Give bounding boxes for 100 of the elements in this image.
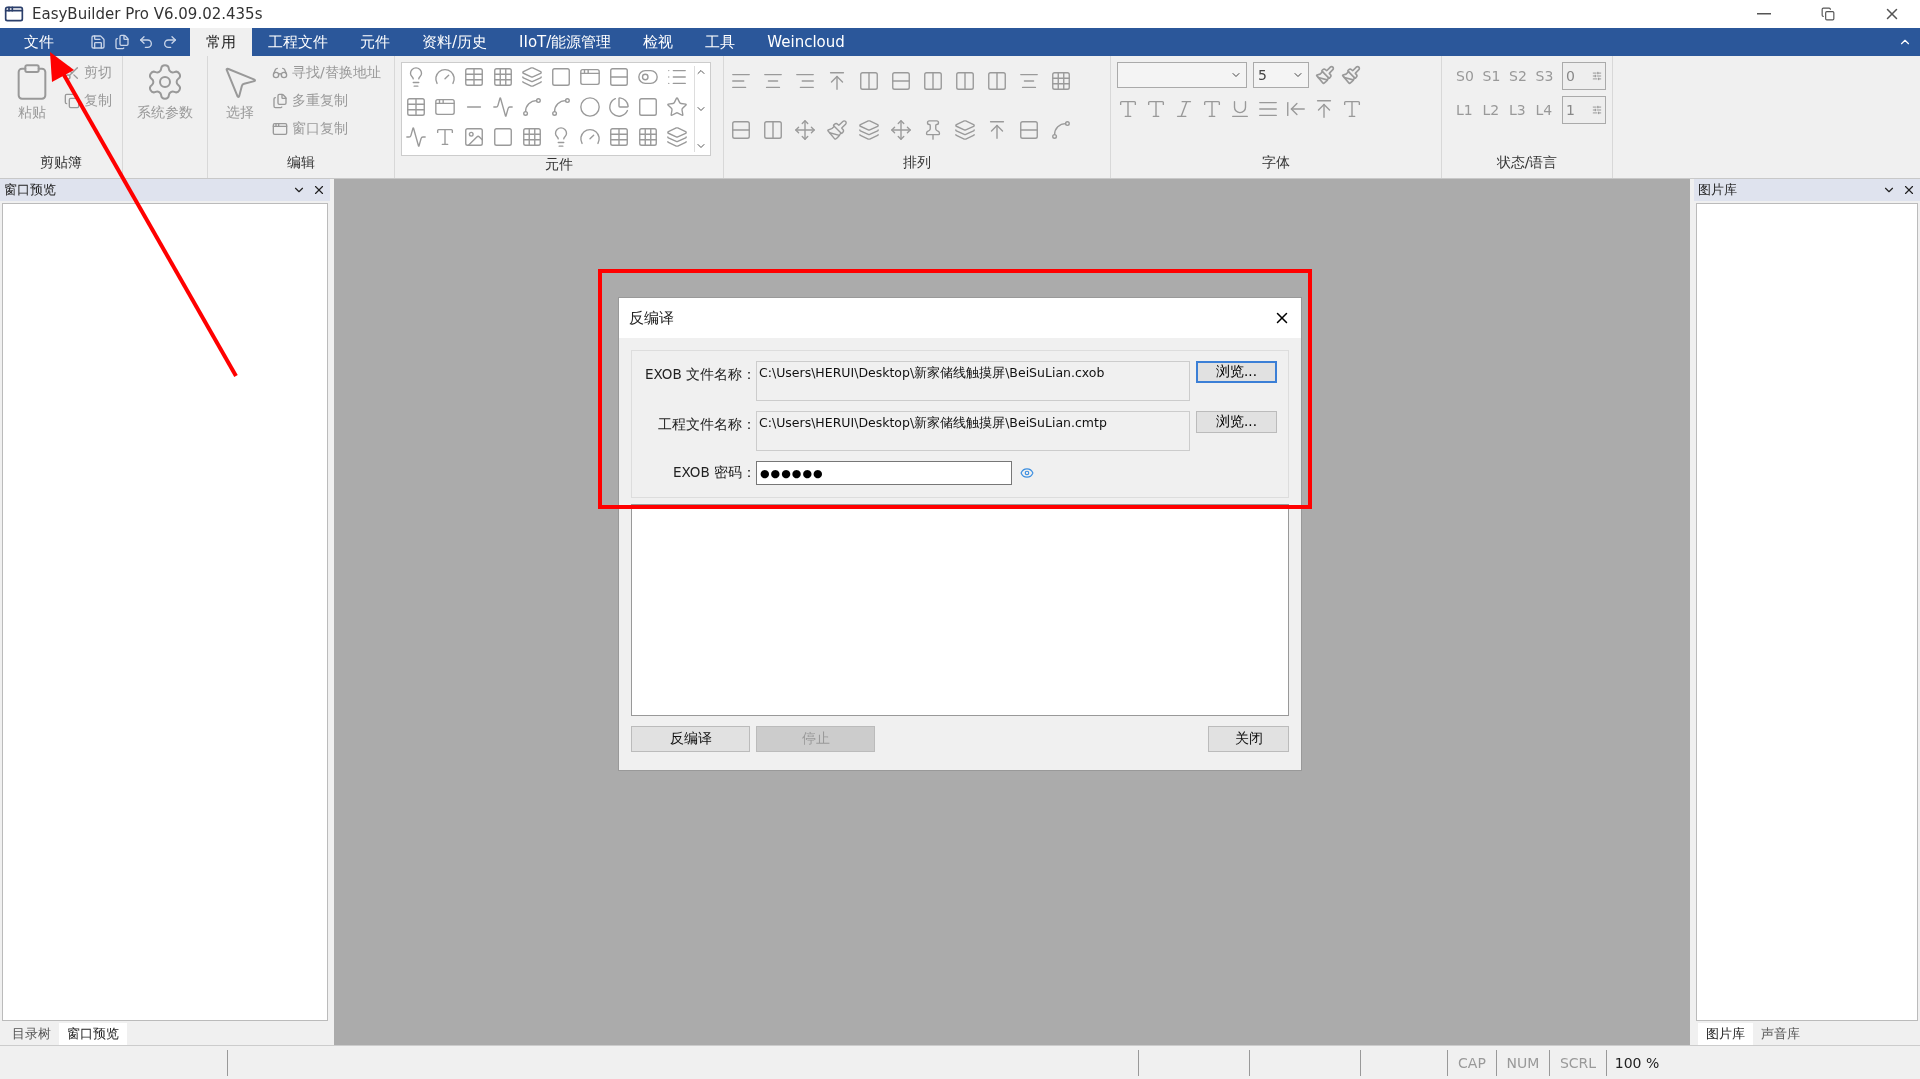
file-menu[interactable]: 文件 — [8, 28, 70, 56]
redo-icon[interactable] — [162, 34, 178, 50]
group-label: 排列 — [903, 154, 931, 172]
tool-icon[interactable] — [521, 126, 543, 148]
tool-icon[interactable] — [521, 96, 543, 118]
brush-icon[interactable] — [1341, 65, 1361, 85]
tool-icon[interactable] — [434, 96, 456, 118]
tool-icon[interactable] — [492, 96, 514, 118]
tool-icon[interactable] — [579, 66, 601, 88]
close-icon[interactable] — [312, 183, 326, 197]
tool-icon[interactable] — [608, 96, 630, 118]
save-icon[interactable] — [90, 34, 106, 50]
ribbon-tab[interactable]: 工具 — [689, 28, 752, 56]
close-icon[interactable] — [1902, 183, 1916, 197]
group-label: 元件 — [545, 156, 573, 174]
field-label: 工程文件名称： — [657, 415, 756, 434]
tool-icon[interactable] — [890, 70, 912, 92]
cap-indicator: CAP — [1447, 1049, 1496, 1076]
scrl-indicator: SCRL — [1549, 1049, 1606, 1076]
glasses-icon — [272, 65, 288, 81]
tool-icon[interactable] — [922, 70, 944, 92]
ribbon-tab[interactable]: 工程文件 — [252, 28, 344, 56]
tool-icon[interactable] — [858, 119, 880, 141]
field-label: EXOB 密码： — [671, 464, 756, 482]
ribbon-tab[interactable]: 元件 — [344, 28, 406, 56]
tool-icon[interactable] — [1050, 119, 1072, 141]
font-size-dropdown[interactable]: 5 — [1253, 62, 1309, 88]
format-icon[interactable] — [1229, 98, 1251, 120]
ribbon-tab[interactable]: Weincloud — [751, 28, 861, 56]
tool-icon[interactable] — [405, 96, 427, 118]
app-icon — [4, 4, 24, 24]
minimize-icon — [1757, 13, 1771, 15]
tool-icon[interactable] — [858, 70, 880, 92]
format-icon[interactable] — [1341, 98, 1363, 120]
ribbon-tab[interactable]: 检视 — [627, 28, 690, 56]
group-label: 状态/语言 — [1496, 154, 1558, 172]
tool-icon[interactable] — [608, 66, 630, 88]
group-label: 剪贴簿 — [40, 154, 82, 172]
zoom-level: 100 % — [1606, 1049, 1667, 1076]
path-field[interactable]: C:\Users\HERUI\Desktop\新家储线触摸屏\BeiSuLian.cxob — [756, 361, 1190, 401]
undo-icon[interactable] — [138, 34, 154, 50]
tool-icon[interactable] — [762, 119, 784, 141]
tool-icon[interactable] — [463, 66, 485, 88]
tool-icon[interactable] — [1050, 70, 1072, 92]
tool-icon[interactable] — [637, 96, 659, 118]
tool-icon[interactable] — [405, 126, 427, 148]
tool-icon[interactable] — [550, 96, 572, 118]
window-title: EasyBuilder Pro V6.09.02.435s — [32, 5, 264, 23]
dialog-title: 反编译 — [629, 308, 674, 328]
tool-icon[interactable] — [637, 126, 659, 148]
tool-icon[interactable] — [492, 126, 514, 148]
browse-button[interactable]: 浏览... — [1196, 411, 1277, 433]
panel-tab[interactable]: 目录树 — [4, 1023, 59, 1045]
tool-icon[interactable] — [666, 96, 688, 118]
copy-icon — [64, 93, 80, 109]
tool-icon[interactable] — [492, 66, 514, 88]
panel-title: 图片库 — [1698, 181, 1737, 199]
tool-icon[interactable] — [890, 119, 912, 141]
panel-tab[interactable]: 窗口预览 — [59, 1023, 127, 1045]
group-label: 编辑 — [287, 154, 315, 172]
eye-icon[interactable] — [1020, 466, 1034, 480]
window-icon — [272, 121, 288, 137]
tool-icon[interactable] — [434, 126, 456, 148]
tool-icon[interactable] — [666, 126, 688, 148]
format-icon[interactable] — [1201, 98, 1223, 120]
tool-icon[interactable] — [954, 119, 976, 141]
field-label: EXOB 文件名称： — [643, 365, 756, 384]
num-indicator: NUM — [1496, 1049, 1549, 1076]
browse-button[interactable]: 浏览... — [1196, 361, 1277, 383]
tool-icon[interactable] — [794, 119, 816, 141]
brush-icon[interactable] — [1315, 65, 1335, 85]
dialog-button[interactable]: 关闭 — [1208, 726, 1289, 752]
password-field[interactable]: ●●●●●● — [756, 461, 1012, 485]
format-icon[interactable] — [1117, 98, 1139, 120]
files-icon — [272, 93, 288, 109]
restore-icon — [1821, 7, 1835, 21]
spinner-icon — [1591, 71, 1602, 81]
panel-tab[interactable]: 图片库 — [1698, 1023, 1753, 1045]
tool-icon[interactable] — [521, 66, 543, 88]
tool-icon[interactable] — [608, 126, 630, 148]
ribbon-tab[interactable]: 常用 — [190, 28, 252, 56]
ribbon-tab[interactable]: IIoT/能源管理 — [503, 28, 628, 56]
tool-icon[interactable] — [986, 70, 1008, 92]
dialog-button[interactable]: 反编译 — [631, 726, 750, 752]
panel-tab[interactable]: 声音库 — [1753, 1023, 1808, 1045]
font-dropdown[interactable] — [1117, 62, 1247, 88]
group-label: 字体 — [1262, 154, 1290, 172]
path-field[interactable]: C:\Users\HERUI\Desktop\新家储线触摸屏\BeiSuLian.cmtp — [756, 411, 1190, 451]
save-all-icon[interactable] — [114, 34, 130, 50]
panel-title: 窗口预览 — [4, 181, 56, 199]
ribbon-tab[interactable]: 资料/历史 — [406, 28, 504, 56]
spinner-icon — [1591, 105, 1602, 115]
format-icon[interactable] — [1145, 98, 1167, 120]
tool-icon[interactable] — [579, 96, 601, 118]
tool-icon[interactable] — [550, 66, 572, 88]
tool-icon[interactable] — [463, 126, 485, 148]
tool-icon[interactable] — [1018, 119, 1040, 141]
tool-icon[interactable] — [954, 70, 976, 92]
tool-icon[interactable] — [730, 119, 752, 141]
tool-icon[interactable] — [826, 119, 848, 141]
